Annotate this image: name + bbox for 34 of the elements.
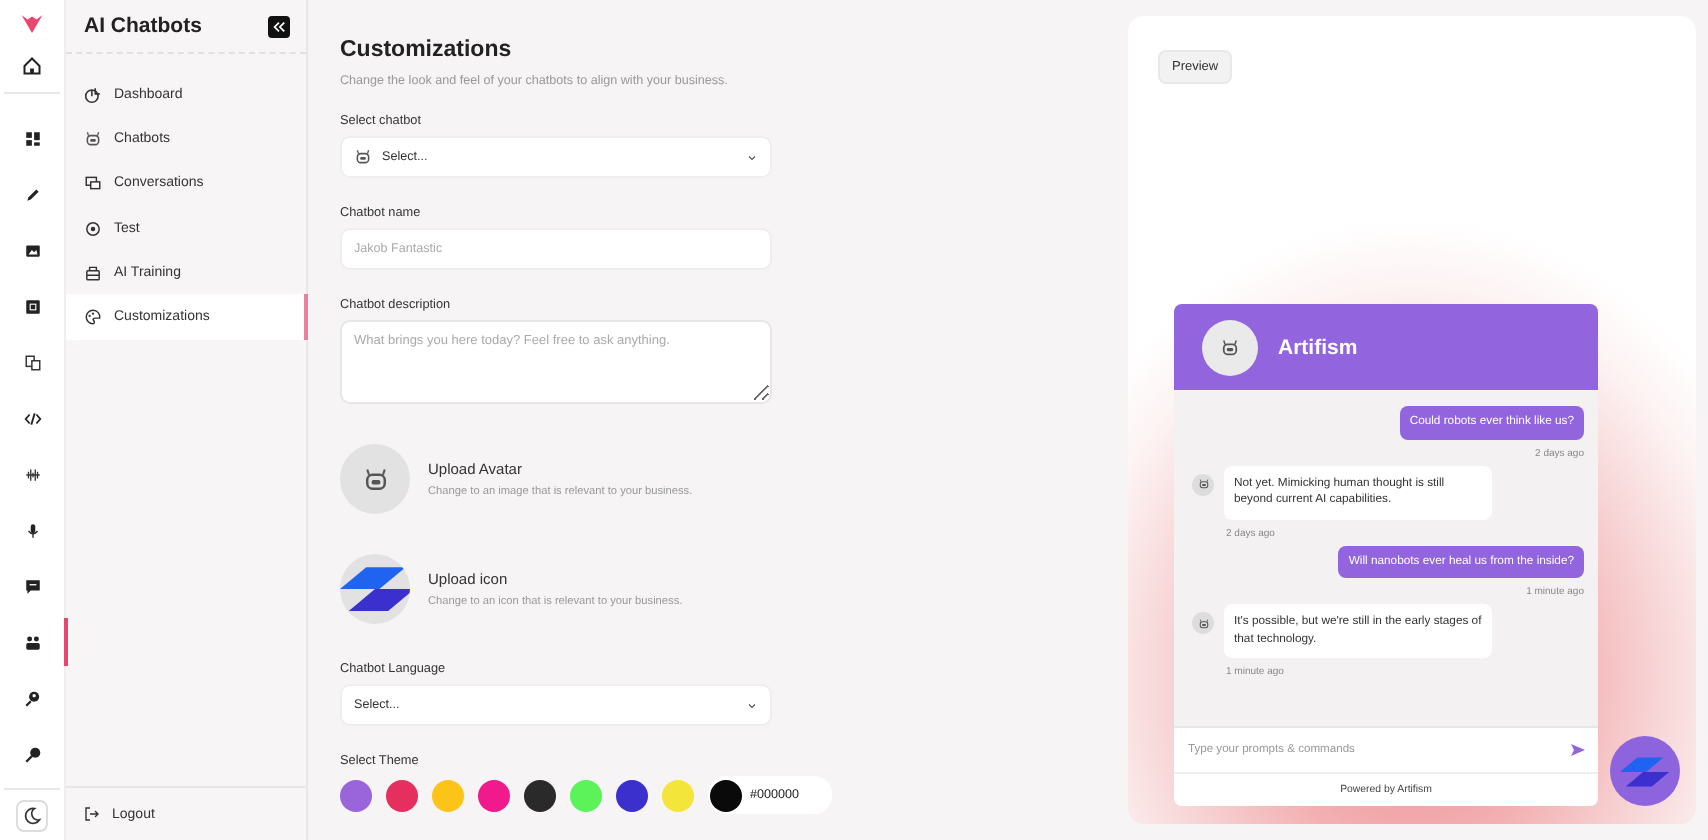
- color-swatch[interactable]: [616, 779, 648, 811]
- moon-icon[interactable]: [16, 800, 48, 832]
- chat-title: Artifism: [1278, 335, 1358, 359]
- double-chevron-icon: [272, 19, 286, 33]
- home-icon[interactable]: [22, 56, 42, 76]
- color-swatch[interactable]: [570, 779, 602, 811]
- logo-icon: [20, 12, 44, 36]
- color-swatch[interactable]: [524, 779, 556, 811]
- logout-icon: [84, 806, 100, 822]
- chat-launcher[interactable]: [1610, 736, 1680, 806]
- training-icon: [84, 263, 102, 282]
- robot-icon: [1197, 617, 1209, 630]
- send-button[interactable]: [1570, 742, 1586, 758]
- caret-icon: [746, 151, 758, 163]
- color-swatch[interactable]: [432, 779, 464, 811]
- avatar-upload[interactable]: [340, 444, 410, 514]
- robot-icon: [361, 465, 389, 493]
- collapse-button[interactable]: [268, 15, 290, 37]
- robot-icon: [354, 148, 372, 166]
- robot-icon: [1220, 337, 1240, 357]
- color-swatch[interactable]: [478, 779, 510, 811]
- robot-icon: [1197, 478, 1209, 491]
- chat-icon: [84, 174, 102, 193]
- color-swatch[interactable]: [386, 779, 418, 811]
- sidebar-title: AI Chatbots: [84, 14, 202, 38]
- palette-icon: [84, 308, 102, 327]
- caret-icon: [746, 699, 758, 711]
- color-swatch[interactable]: [710, 779, 742, 811]
- robot-icon: [84, 129, 102, 148]
- color-swatch[interactable]: [340, 779, 372, 811]
- icon-upload[interactable]: [340, 554, 410, 624]
- target-icon: [84, 219, 102, 238]
- page-title: Customizations: [340, 38, 514, 62]
- color-swatch[interactable]: [662, 779, 694, 811]
